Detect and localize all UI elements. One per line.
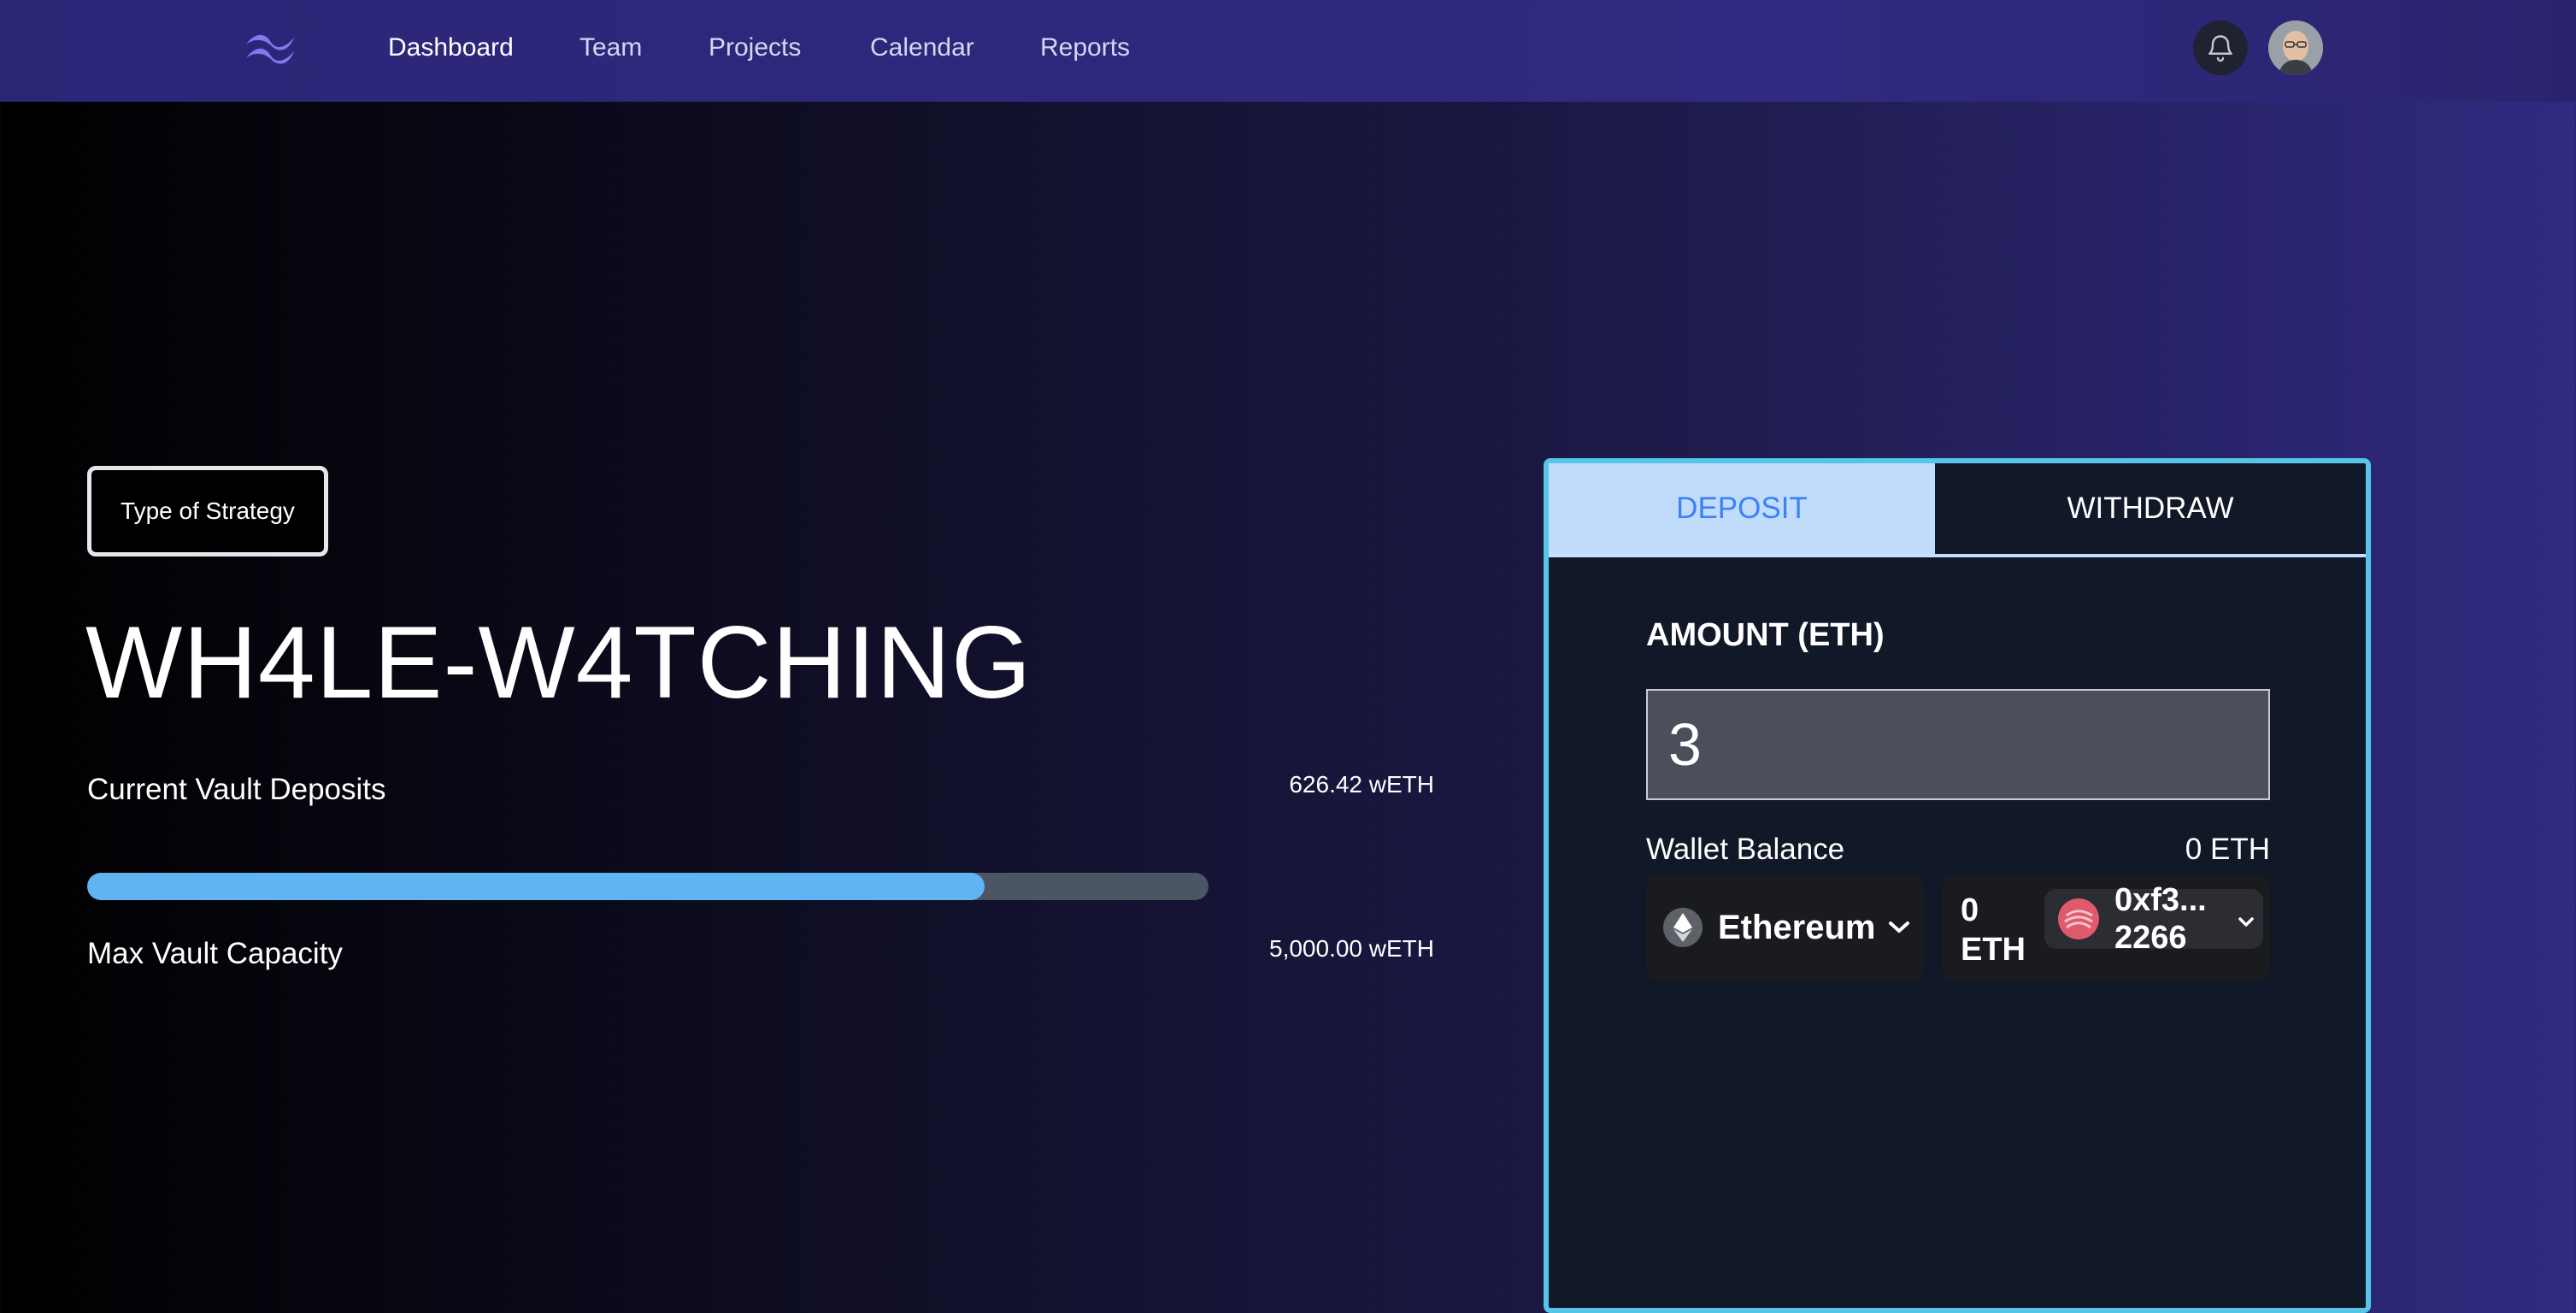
chevron-down-icon: [1888, 921, 1909, 933]
account-avatar-icon: [2058, 898, 2099, 939]
nav-item-team[interactable]: Team: [579, 32, 642, 63]
chain-selector-button[interactable]: Ethereum: [1646, 874, 1923, 981]
account-address-pill[interactable]: 0xf3... 2266: [2044, 882, 2263, 956]
tab-withdraw[interactable]: WITHDRAW: [1935, 463, 2366, 554]
chain-name: Ethereum: [1718, 908, 1876, 946]
nav-item-reports[interactable]: Reports: [1040, 32, 1130, 63]
wallet-balance-label: Wallet Balance: [1646, 833, 1845, 866]
account-balance: 0 ETH: [1961, 892, 2026, 968]
current-deposits-value: 626.42 wETH: [1289, 771, 1434, 798]
panel-tabs: DEPOSIT WITHDRAW: [1549, 463, 2366, 557]
chevron-down-icon: [2238, 917, 2254, 927]
ethereum-icon: [1663, 908, 1703, 947]
account-address-line1: 0xf3...: [2114, 882, 2207, 918]
account-address-line2: 2266: [2114, 920, 2187, 956]
vault-capacity-progress-fill: [87, 873, 985, 900]
user-avatar-image: [2268, 21, 2323, 75]
deposit-withdraw-panel: DEPOSIT WITHDRAW AMOUNT (ETH) Wallet Bal…: [1544, 458, 2371, 1313]
nav-item-calendar[interactable]: Calendar: [870, 32, 974, 63]
top-navbar: Dashboard Team Projects Calendar Reports: [0, 0, 2576, 102]
notifications-button[interactable]: [2193, 21, 2248, 75]
wave-logo-icon[interactable]: [243, 27, 297, 68]
strategy-type-label: Type of Strategy: [121, 498, 295, 524]
current-deposits-label: Current Vault Deposits: [87, 773, 386, 806]
vault-title: WH4LE-W4TCHING: [85, 605, 1032, 720]
account-address: 0xf3... 2266: [2114, 881, 2234, 957]
vault-capacity-progress: [87, 873, 1209, 900]
user-avatar[interactable]: [2268, 21, 2323, 75]
account-button[interactable]: 0 ETH 0xf3... 2266: [1942, 874, 2270, 981]
strategy-type-badge[interactable]: Type of Strategy: [87, 466, 328, 556]
nav-item-dashboard[interactable]: Dashboard: [388, 32, 514, 63]
nav-item-projects[interactable]: Projects: [709, 32, 801, 63]
max-capacity-label: Max Vault Capacity: [87, 937, 343, 970]
max-capacity-value: 5,000.00 wETH: [1269, 935, 1434, 962]
amount-label: AMOUNT (ETH): [1646, 617, 1885, 653]
tab-deposit[interactable]: DEPOSIT: [1549, 463, 1935, 554]
amount-input[interactable]: [1646, 689, 2270, 800]
bell-icon: [2208, 35, 2232, 62]
wallet-balance-value: 0 ETH: [2185, 833, 2270, 866]
